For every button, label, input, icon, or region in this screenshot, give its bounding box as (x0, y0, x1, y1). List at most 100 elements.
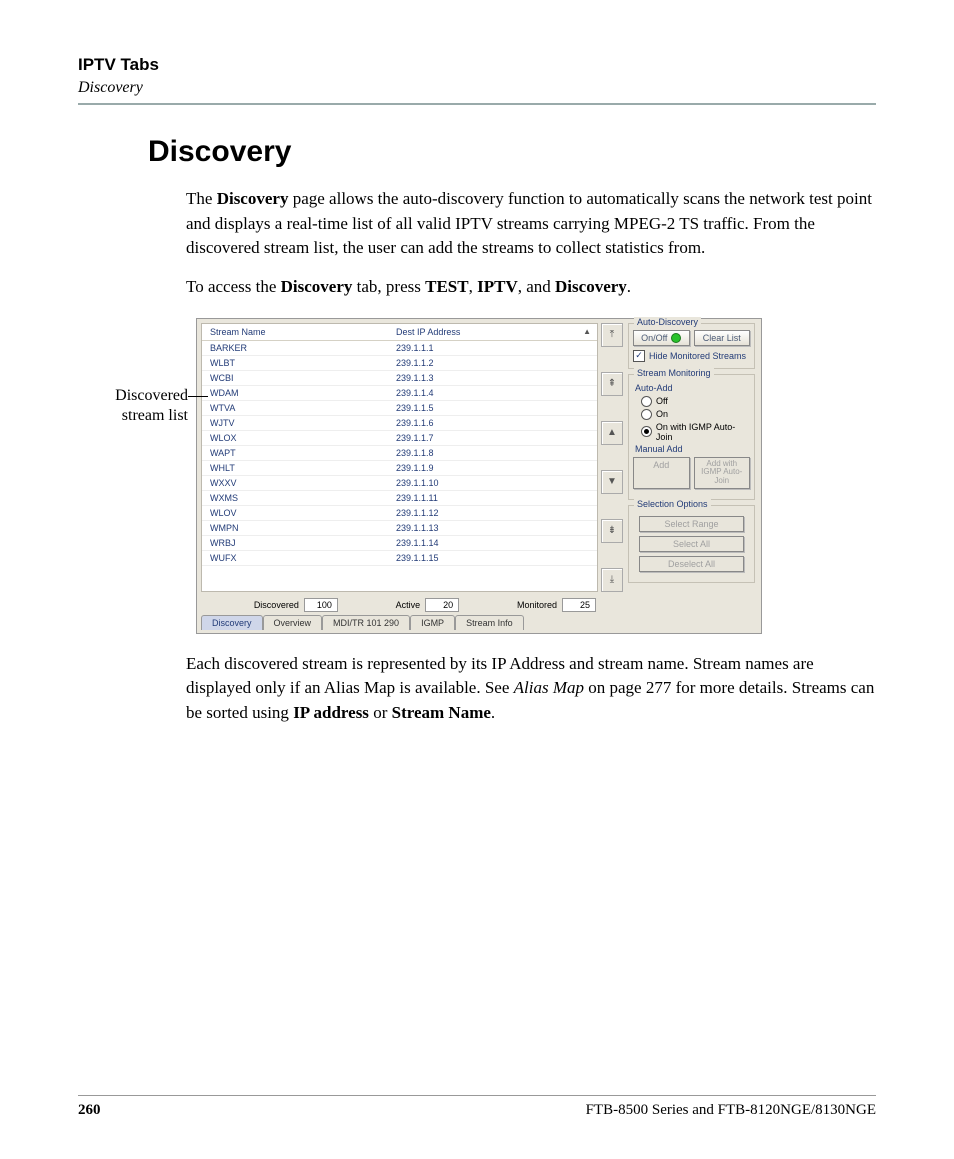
group-auto-discovery: Auto-Discovery On/Off Clear List ✓ Hide … (628, 323, 755, 369)
bold: IP address (293, 703, 369, 722)
cell-ip: 239.1.1.11 (388, 490, 597, 505)
cell-ip: 239.1.1.13 (388, 520, 597, 535)
table-row[interactable]: WXXV239.1.1.10 (202, 475, 597, 490)
col-dest-ip-label: Dest IP Address (396, 327, 460, 337)
cell-name: WDAM (202, 385, 388, 400)
cell-name: WTVA (202, 400, 388, 415)
cell-name: WCBI (202, 370, 388, 385)
checkbox-icon: ✓ (633, 350, 645, 362)
cell-name: WMPN (202, 520, 388, 535)
cell-name: WUFX (202, 550, 388, 565)
table-row[interactable]: WLOX239.1.1.7 (202, 430, 597, 445)
cell-name: WHLT (202, 460, 388, 475)
cell-name: WJTV (202, 415, 388, 430)
deselect-all-button[interactable]: Deselect All (639, 556, 744, 572)
scroll-page-up-button[interactable]: ⇞ (601, 372, 623, 396)
table-row[interactable]: WCBI239.1.1.3 (202, 370, 597, 385)
table-row[interactable]: WTVA239.1.1.5 (202, 400, 597, 415)
clear-list-button[interactable]: Clear List (694, 330, 751, 346)
select-all-button[interactable]: Select All (639, 536, 744, 552)
tab-stream-info[interactable]: Stream Info (455, 615, 524, 630)
bold: Discovery (555, 277, 627, 296)
scroll-bottom-button[interactable]: ⤓ (601, 568, 623, 592)
radio-selected-icon (641, 426, 652, 437)
figure: Discovered stream list Stream Name Dest … (78, 318, 876, 634)
callout-discovered-stream-list: Discovered stream list (78, 386, 188, 426)
cell-name: WLOX (202, 430, 388, 445)
cell-ip: 239.1.1.2 (388, 355, 597, 370)
table-row[interactable]: WDAM239.1.1.4 (202, 385, 597, 400)
text: The (186, 189, 217, 208)
table-row[interactable]: WMPN239.1.1.13 (202, 520, 597, 535)
onoff-button[interactable]: On/Off (633, 330, 690, 346)
bold: Discovery (281, 277, 353, 296)
bold: IPTV (477, 277, 518, 296)
col-stream-name[interactable]: Stream Name (202, 324, 388, 341)
cell-ip: 239.1.1.14 (388, 535, 597, 550)
table-row[interactable]: WRBJ239.1.1.14 (202, 535, 597, 550)
radio-off-label: Off (656, 396, 668, 406)
app-window: Stream Name Dest IP Address ▲ BARKER239.… (196, 318, 762, 634)
scroll-top-button[interactable]: ⤒ (601, 323, 623, 347)
page-header: IPTV Tabs Discovery (78, 55, 876, 105)
table-row[interactable]: WHLT239.1.1.9 (202, 460, 597, 475)
cell-ip: 239.1.1.5 (388, 400, 597, 415)
header-rule (78, 103, 876, 105)
cell-ip: 239.1.1.7 (388, 430, 597, 445)
radio-off[interactable]: Off (641, 396, 750, 407)
hide-monitored-label: Hide Monitored Streams (649, 351, 746, 361)
page-footer: 260 FTB-8500 Series and FTB-8120NGE/8130… (78, 1095, 876, 1119)
hide-monitored-checkbox[interactable]: ✓ Hide Monitored Streams (633, 350, 750, 362)
tab-mdi[interactable]: MDI/TR 101 290 (322, 615, 410, 630)
cell-ip: 239.1.1.1 (388, 340, 597, 355)
radio-on[interactable]: On (641, 409, 750, 420)
cell-ip: 239.1.1.8 (388, 445, 597, 460)
tab-discovery[interactable]: Discovery (201, 615, 263, 630)
monitored-value: 25 (562, 598, 596, 612)
cell-ip: 239.1.1.9 (388, 460, 597, 475)
stream-table-block: Stream Name Dest IP Address ▲ BARKER239.… (201, 323, 598, 592)
add-button[interactable]: Add (633, 457, 690, 489)
text: , (469, 277, 478, 296)
table-row[interactable]: WJTV239.1.1.6 (202, 415, 597, 430)
paragraph-3: Each discovered stream is represented by… (186, 652, 876, 726)
header-subsection: Discovery (78, 79, 876, 97)
scroll-up-button[interactable]: ▲ (601, 421, 623, 445)
cell-name: WLOV (202, 505, 388, 520)
cell-ip: 239.1.1.15 (388, 550, 597, 565)
radio-on-igmp-label: On with IGMP Auto-Join (656, 422, 750, 442)
active-value: 20 (425, 598, 459, 612)
cell-ip: 239.1.1.3 (388, 370, 597, 385)
cell-ip: 239.1.1.6 (388, 415, 597, 430)
scroll-page-down-button[interactable]: ⇟ (601, 519, 623, 543)
cell-ip: 239.1.1.4 (388, 385, 597, 400)
page-number: 260 (78, 1102, 101, 1119)
bold: TEST (425, 277, 468, 296)
status-row: Discovered 100 Active 20 Monitored 25 (201, 595, 602, 615)
cell-name: WRBJ (202, 535, 388, 550)
page-title: Discovery (148, 135, 876, 169)
table-row[interactable]: WLOV239.1.1.12 (202, 505, 597, 520)
intro-paragraph-2: To access the Discovery tab, press TEST,… (186, 275, 876, 300)
right-panel: Auto-Discovery On/Off Clear List ✓ Hide … (626, 319, 759, 595)
scroll-down-button[interactable]: ▼ (601, 470, 623, 494)
text: page allows the auto-discovery function … (186, 189, 872, 257)
stream-table: Stream Name Dest IP Address ▲ BARKER239.… (202, 324, 597, 566)
table-row[interactable]: WUFX239.1.1.15 (202, 550, 597, 565)
radio-on-igmp[interactable]: On with IGMP Auto-Join (641, 422, 750, 442)
text: tab, press (352, 277, 425, 296)
table-row[interactable]: BARKER239.1.1.1 (202, 340, 597, 355)
col-dest-ip[interactable]: Dest IP Address ▲ (388, 324, 597, 341)
radio-icon (641, 409, 652, 420)
tab-igmp[interactable]: IGMP (410, 615, 455, 630)
select-range-button[interactable]: Select Range (639, 516, 744, 532)
table-row[interactable]: WXMS239.1.1.11 (202, 490, 597, 505)
table-row[interactable]: WAPT239.1.1.8 (202, 445, 597, 460)
discovery-bold: Discovery (217, 189, 289, 208)
table-row[interactable]: WLBT239.1.1.2 (202, 355, 597, 370)
tab-overview[interactable]: Overview (263, 615, 323, 630)
add-igmp-button[interactable]: Add with IGMP Auto-Join (694, 457, 751, 489)
group-selection-options: Selection Options Select Range Select Al… (628, 505, 755, 583)
cell-ip: 239.1.1.10 (388, 475, 597, 490)
discovered-value: 100 (304, 598, 338, 612)
